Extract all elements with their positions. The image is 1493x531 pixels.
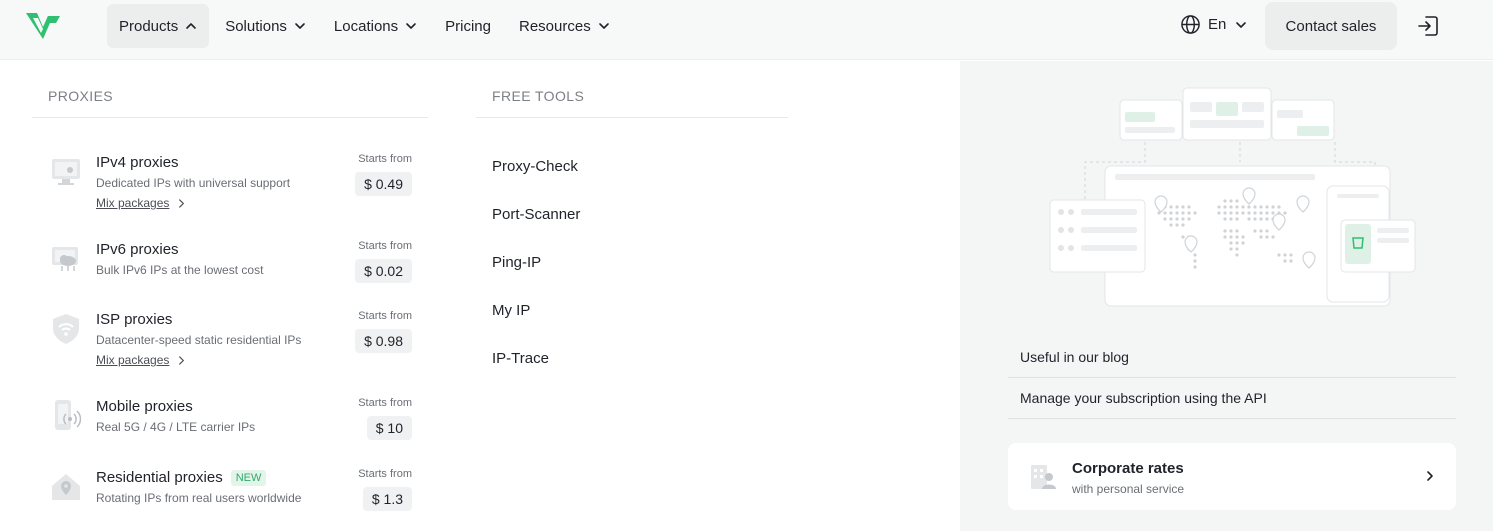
starts-from-label: Starts from: [358, 468, 412, 480]
proxy-item-isp[interactable]: ISP proxies Datacenter-speed static resi…: [48, 310, 418, 371]
proxy-description: Dedicated IPs with universal support: [96, 176, 291, 190]
proxy-description: Bulk IPv6 IPs at the lowest cost: [96, 263, 264, 277]
starts-from-label: Starts from: [358, 397, 412, 409]
chevron-right-icon: [179, 355, 185, 365]
chevron-down-icon: [406, 23, 416, 29]
proxy-item-ipv6[interactable]: IPv6 proxies Bulk IPv6 IPs at the lowest…: [48, 240, 418, 285]
chevron-down-icon: [1236, 21, 1247, 28]
proxy-description: Rotating IPs from real users worldwide: [96, 491, 302, 505]
nav-pricing[interactable]: Pricing: [433, 4, 503, 48]
chevron-up-icon: [186, 23, 197, 29]
proxy-name: Mobile proxies: [96, 398, 193, 415]
nav-locations[interactable]: Locations: [322, 4, 429, 48]
monitor-icon: [52, 159, 80, 185]
chevron-right-icon: [1427, 471, 1433, 481]
nav-solutions[interactable]: Solutions: [213, 4, 318, 48]
mix-packages-link[interactable]: Mix packages: [96, 353, 186, 367]
nav-products[interactable]: Products: [107, 4, 210, 48]
proxy-item-mobile[interactable]: Mobile proxies Real 5G / 4G / LTE carrie…: [48, 397, 418, 442]
proxy-description: Real 5G / 4G / LTE carrier IPs: [96, 420, 256, 434]
price-badge: $ 10: [366, 416, 412, 440]
starts-from-label: Starts from: [358, 153, 412, 165]
tool-link-ping-ip[interactable]: Ping-IP: [492, 254, 541, 271]
shield-wifi-icon: [53, 314, 79, 344]
login-icon[interactable]: [1416, 14, 1440, 38]
free-tools-section-title: FREE TOOLS: [492, 88, 585, 104]
price-badge: $ 0.02: [355, 259, 412, 283]
starts-from-label: Starts from: [358, 310, 412, 322]
chevron-down-icon: [295, 23, 305, 29]
world-map-illustration: [1049, 87, 1416, 307]
proxy-item-residential[interactable]: Residential proxies NEW Rotating IPs fro…: [48, 468, 418, 513]
office-building-icon: [1031, 465, 1056, 489]
chevron-right-icon: [179, 198, 185, 208]
language-label: En: [1208, 16, 1227, 33]
api-subscription-link[interactable]: Manage your subscription using the API: [1008, 378, 1456, 419]
tool-link-ip-trace[interactable]: IP-Trace: [492, 350, 549, 367]
contact-sales-button[interactable]: Contact sales: [1265, 2, 1397, 50]
top-navigation-bar: Products Solutions Locations Pricing Res…: [0, 0, 1493, 60]
tools-divider: [476, 117, 788, 118]
nav-resources[interactable]: Resources: [507, 4, 622, 48]
proxy-name: Residential proxies NEW: [96, 469, 267, 486]
proxy-description: Datacenter-speed static residential IPs: [96, 333, 302, 347]
mobile-signal-icon: [55, 400, 82, 430]
proxy-name: IPv6 proxies: [96, 241, 179, 258]
price-badge: $ 1.3: [362, 487, 412, 511]
starts-from-label: Starts from: [358, 240, 412, 252]
mix-packages-link[interactable]: Mix packages: [96, 196, 186, 210]
corporate-rates-card[interactable]: Corporate rates with personal service: [1008, 443, 1456, 510]
proxy-name: IPv4 proxies: [96, 154, 179, 171]
blog-link[interactable]: Useful in our blog: [1008, 337, 1456, 378]
corporate-rates-title: Corporate rates: [1072, 460, 1184, 477]
price-badge: $ 0.49: [355, 172, 412, 196]
globe-icon: [1181, 15, 1200, 34]
house-pin-icon: [52, 474, 80, 500]
language-selector[interactable]: En: [1180, 14, 1247, 35]
new-badge: NEW: [230, 469, 267, 486]
tool-link-port-scanner[interactable]: Port-Scanner: [492, 206, 580, 223]
main-nav: Products Solutions Locations Pricing Res…: [107, 4, 626, 48]
brand-logo-icon[interactable]: [24, 10, 62, 42]
proxy-item-ipv4[interactable]: IPv4 proxies Dedicated IPs with universa…: [48, 153, 418, 214]
price-badge: $ 0.98: [355, 329, 412, 353]
tool-link-proxy-check[interactable]: Proxy-Check: [492, 158, 578, 175]
chevron-down-icon: [598, 23, 609, 29]
proxies-section-title: PROXIES: [48, 88, 114, 104]
proxy-name: ISP proxies: [96, 311, 173, 328]
corporate-rates-subtitle: with personal service: [1072, 482, 1185, 496]
cloud-server-icon: [52, 247, 78, 271]
tool-link-my-ip[interactable]: My IP: [492, 302, 530, 319]
proxies-divider: [32, 117, 428, 118]
